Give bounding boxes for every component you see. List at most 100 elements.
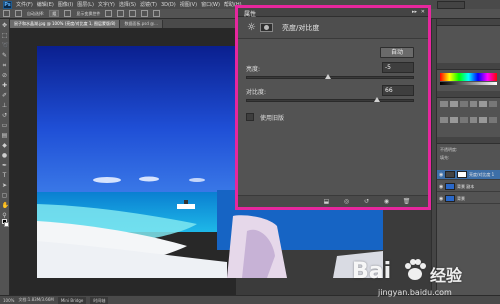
document-tab[interactable]: 数据面板.psd @... <box>120 20 163 28</box>
hand-tool-icon[interactable]: ✋ <box>2 203 9 209</box>
adjustment-icon[interactable] <box>440 101 448 107</box>
move-tool-icon[interactable]: ✥ <box>2 23 8 29</box>
baidu-jingyan-watermark: Bai 经验 jingyan.baidu.com <box>340 255 490 300</box>
marquee-tool-icon[interactable]: ⬚ <box>2 33 8 39</box>
quick-select-tool-icon[interactable]: ✎ <box>2 53 8 59</box>
baidu-paw-icon <box>405 259 426 280</box>
menu-select[interactable]: 选择(S) <box>119 1 136 8</box>
contrast-slider[interactable] <box>246 97 414 102</box>
contrast-value-input[interactable]: 66 <box>382 85 414 96</box>
adjustment-icon[interactable] <box>479 117 488 123</box>
lasso-tool-icon[interactable]: ➰ <box>2 43 9 49</box>
brush-tool-icon[interactable]: ✐ <box>2 93 8 99</box>
history-brush-icon[interactable]: ↺ <box>2 113 8 119</box>
layer-name: 背景 副本 <box>457 184 475 189</box>
document-tab-bar: 鼠子和水晶湖.jpg @ 100% (亮度/对比度 1, 图层蒙版/8) 数据面… <box>10 19 236 28</box>
menu-image[interactable]: 图像(I) <box>58 1 73 8</box>
background-color-swatch[interactable] <box>4 222 9 227</box>
layer-row[interactable]: ◉ 背景 <box>437 194 500 204</box>
auto-select-target-dropdown[interactable]: 组 <box>49 10 60 17</box>
menu-file[interactable]: 文件(F) <box>16 1 33 8</box>
close-panel-icon[interactable]: ✕ <box>421 9 425 15</box>
adjustment-icon[interactable] <box>440 117 448 123</box>
brightness-value-input[interactable]: -5 <box>382 62 414 73</box>
zoom-level[interactable]: 100% <box>3 298 14 303</box>
properties-header: ☼ 亮度/对比度 <box>238 17 428 39</box>
menu-filter[interactable]: 滤镜(T) <box>140 1 157 8</box>
type-tool-icon[interactable]: T <box>2 173 8 179</box>
adjustment-icon[interactable] <box>459 117 468 123</box>
adjustment-icon[interactable] <box>469 101 478 107</box>
adjustment-icon[interactable] <box>469 117 478 123</box>
adjustment-icon[interactable] <box>459 101 468 107</box>
stamp-tool-icon[interactable]: ⊥ <box>2 103 8 109</box>
menu-3d[interactable]: 3D(D) <box>161 2 176 8</box>
adjustment-icon[interactable] <box>489 117 497 123</box>
move-tool-icon[interactable] <box>3 10 10 17</box>
workspace-select[interactable] <box>437 1 465 9</box>
layer-name: 背景 <box>457 196 465 201</box>
auto-button[interactable]: 自动 <box>380 47 414 58</box>
brightness-slider-thumb[interactable] <box>325 74 332 79</box>
color-panel-header[interactable] <box>437 19 500 26</box>
opacity-label: 不透明度: <box>440 147 458 152</box>
layer-mask-thumb[interactable] <box>457 171 467 178</box>
layer-row[interactable]: ◉ 背景 副本 <box>437 182 500 192</box>
toolbox: ✥ ⬚ ➰ ✎ ⌗ ⊘ ✚ ✐ ⊥ ↺ ▭ ▤ ◆ ● ✒ T ➤ ▢ ✋ ⚲ <box>0 19 10 295</box>
shape-tool-icon[interactable]: ▢ <box>2 193 8 199</box>
collapse-panel-icon[interactable]: ▸▸ <box>412 9 417 15</box>
show-transform-checkbox[interactable] <box>64 10 72 17</box>
auto-select-checkbox[interactable] <box>15 10 22 17</box>
layer-row[interactable]: ◉ 亮度/对比度 1 <box>437 170 500 180</box>
menu-layer[interactable]: 图层(L) <box>77 1 94 8</box>
blur-tool-icon[interactable]: ◆ <box>2 143 8 149</box>
menu-window[interactable]: 窗口(W) <box>201 1 220 8</box>
contrast-label: 对比度: <box>246 89 267 96</box>
reset-icon[interactable]: ↺ <box>362 198 371 205</box>
layer-mask-icon[interactable] <box>260 23 273 32</box>
view-previous-state-icon[interactable]: ◎ <box>342 198 351 205</box>
right-panels: 不透明度: 填充: ◉ 亮度/对比度 1 ◉ 背景 副本 ◉ 背景 <box>437 19 500 295</box>
watermark-url: jingyan.baidu.com <box>378 288 452 297</box>
adjustment-icon[interactable] <box>489 101 497 107</box>
layers-panel-header[interactable] <box>437 137 500 144</box>
menu-view[interactable]: 视图(V) <box>180 1 197 8</box>
eyedropper-tool-icon[interactable]: ⊘ <box>2 73 8 79</box>
crop-tool-icon[interactable]: ⌗ <box>2 63 8 69</box>
timeline-tab[interactable]: 时间轴 <box>90 296 109 304</box>
brightness-sun-icon[interactable]: ☼ <box>246 22 257 33</box>
clip-to-layer-icon[interactable]: ⬓ <box>322 198 331 205</box>
menu-type[interactable]: 文字(Y) <box>98 1 115 8</box>
color-spectrum[interactable] <box>440 73 497 81</box>
align-top-icon[interactable] <box>105 10 113 17</box>
healing-tool-icon[interactable]: ✚ <box>2 83 8 89</box>
adjustment-icon[interactable] <box>449 101 458 107</box>
visibility-eye-icon[interactable]: ◉ <box>439 172 443 178</box>
document-tab-active[interactable]: 鼠子和水晶湖.jpg @ 100% (亮度/对比度 1, 图层蒙版/8) <box>10 20 121 28</box>
adjustment-icon[interactable] <box>479 101 488 107</box>
use-legacy-checkbox[interactable] <box>246 113 254 121</box>
path-select-tool-icon[interactable]: ➤ <box>2 183 8 189</box>
properties-title-bar[interactable]: 属性 ▸▸ ✕ <box>238 8 428 18</box>
align-middle-icon[interactable] <box>117 10 125 17</box>
adjustment-icon[interactable] <box>449 117 458 123</box>
menu-edit[interactable]: 编辑(E) <box>37 1 54 8</box>
align-bottom-icon[interactable] <box>129 10 137 17</box>
adjustments-panel-header[interactable] <box>437 91 500 98</box>
align-left-icon[interactable] <box>141 10 149 17</box>
swatches-panel-header[interactable] <box>437 63 500 70</box>
dodge-tool-icon[interactable]: ● <box>2 153 8 159</box>
mini-bridge-tab[interactable]: Mini Bridge <box>57 296 87 304</box>
trash-icon[interactable]: 🗑 <box>402 198 411 205</box>
grayscale-ramp[interactable] <box>440 82 497 85</box>
gradient-tool-icon[interactable]: ▤ <box>2 133 8 139</box>
eraser-tool-icon[interactable]: ▭ <box>2 123 8 129</box>
visibility-eye-icon[interactable]: ◉ <box>382 198 391 205</box>
brightness-slider[interactable] <box>246 74 414 79</box>
visibility-eye-icon[interactable]: ◉ <box>439 184 443 190</box>
contrast-slider-thumb[interactable] <box>373 97 380 102</box>
pen-tool-icon[interactable]: ✒ <box>2 163 8 169</box>
watermark-suffix: 经验 <box>430 266 463 285</box>
visibility-eye-icon[interactable]: ◉ <box>439 196 443 202</box>
align-center-icon[interactable] <box>153 10 161 17</box>
